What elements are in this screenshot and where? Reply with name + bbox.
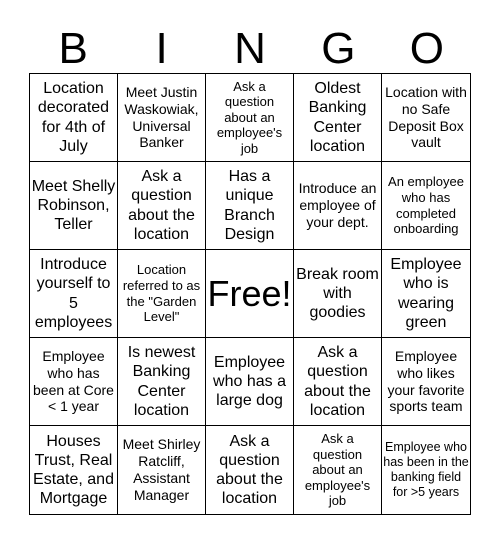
bingo-cell[interactable]: Meet Shirley Ratcliff, Assistant Manager: [118, 426, 206, 514]
bingo-cell[interactable]: Introduce yourself to 5 employees: [30, 250, 118, 338]
bingo-cell[interactable]: Employee who is wearing green: [382, 250, 470, 338]
bingo-cell[interactable]: Has a unique Branch Design: [206, 162, 294, 250]
bingo-cell[interactable]: Meet Justin Waskowiak, Universal Banker: [118, 74, 206, 162]
bingo-header: B I N G O: [29, 24, 471, 74]
bingo-cell[interactable]: Employee who has been at Core < 1 year: [30, 338, 118, 426]
bingo-card-grid: Location decorated for 4th of July Meet …: [29, 73, 471, 515]
header-letter-i: I: [155, 24, 168, 73]
bingo-cell[interactable]: Employee who has a large dog: [206, 338, 294, 426]
bingo-cell[interactable]: Break room with goodies: [294, 250, 382, 338]
bingo-cell[interactable]: Location referred to as the "Garden Leve…: [118, 250, 206, 338]
header-letter-b: B: [58, 24, 88, 73]
header-letter-n: N: [234, 24, 266, 73]
bingo-cell[interactable]: Ask a question about an employee's job: [206, 74, 294, 162]
bingo-cell[interactable]: Ask a question about an employee's job: [294, 426, 382, 514]
bingo-cell[interactable]: Location decorated for 4th of July: [30, 74, 118, 162]
bingo-cell[interactable]: Ask a question about the location: [294, 338, 382, 426]
bingo-cell[interactable]: Meet Shelly Robinson, Teller: [30, 162, 118, 250]
free-space[interactable]: Free!: [206, 250, 294, 338]
bingo-cell[interactable]: An employee who has completed onboarding: [382, 162, 470, 250]
bingo-cell[interactable]: Introduce an employee of your dept.: [294, 162, 382, 250]
header-letter-o: O: [409, 24, 444, 73]
bingo-cell[interactable]: Employee who likes your favorite sports …: [382, 338, 470, 426]
bingo-cell[interactable]: Ask a question about the location: [118, 162, 206, 250]
bingo-cell[interactable]: Employee who has been in the banking fie…: [382, 426, 470, 514]
bingo-cell[interactable]: Ask a question about the location: [206, 426, 294, 514]
bingo-cell[interactable]: Houses Trust, Real Estate, and Mortgage: [30, 426, 118, 514]
bingo-cell[interactable]: Oldest Banking Center location: [294, 74, 382, 162]
header-letter-g: G: [321, 24, 356, 73]
bingo-cell[interactable]: Location with no Safe Deposit Box vault: [382, 74, 470, 162]
bingo-cell[interactable]: Is newest Banking Center location: [118, 338, 206, 426]
